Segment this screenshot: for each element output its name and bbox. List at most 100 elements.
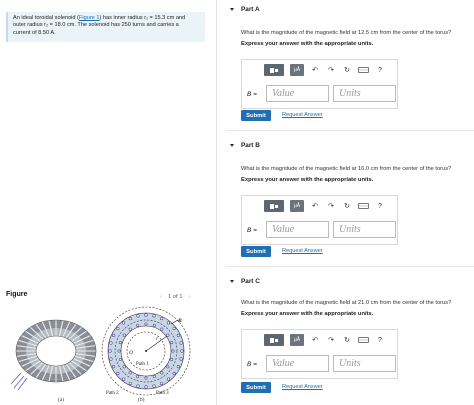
redo-icon[interactable]: ↷	[326, 334, 336, 346]
help-icon[interactable]: ?	[375, 64, 385, 76]
current-out-symbol	[166, 377, 171, 381]
part-c-title: Part C	[241, 278, 260, 285]
undo-icon[interactable]: ↶	[310, 334, 320, 346]
figure-page-indicator: 1 of 1	[167, 294, 183, 300]
part-b-instruction: Express your answer with the appropriate…	[241, 177, 374, 183]
prev-figure-icon[interactable]: ‹	[160, 294, 162, 300]
current-out-symbol	[152, 384, 156, 388]
current-in-symbol	[170, 357, 174, 361]
keyboard-icon[interactable]: ▭▭▭	[358, 67, 369, 73]
current-out-symbol	[172, 371, 176, 376]
part-b-symbol: B =	[247, 227, 257, 234]
current-out-symbol	[111, 333, 116, 337]
part-b-question: What is the magnitude of the magnetic fi…	[241, 166, 452, 172]
figure-link[interactable]: Figure 1	[79, 15, 100, 21]
help-icon[interactable]: ?	[375, 200, 385, 212]
part-b-toggle[interactable]: Part B	[230, 142, 260, 149]
current-in-symbol	[128, 327, 132, 331]
reset-icon[interactable]: ↻	[342, 64, 352, 76]
part-b-units-input[interactable]: Units	[333, 221, 396, 238]
help-icon[interactable]: ?	[375, 334, 385, 346]
part-a-units-input[interactable]: Units	[333, 85, 396, 102]
template-icon[interactable]	[264, 64, 284, 76]
keyboard-icon[interactable]: ▭▭▭	[358, 203, 369, 209]
current-out-symbol	[109, 357, 113, 361]
part-a: Part A What is the magnitude of the magn…	[230, 4, 474, 124]
redo-icon[interactable]: ↷	[326, 200, 336, 212]
part-a-title: Part A	[241, 6, 260, 13]
undo-icon[interactable]: ↶	[310, 200, 320, 212]
problem-text-3: outer radius r₂ = 18.0 cm. The solenoid …	[13, 22, 179, 29]
next-figure-icon[interactable]: ›	[188, 294, 190, 300]
current-out-symbol	[144, 313, 148, 317]
part-b-submit-button[interactable]: Submit	[241, 246, 271, 257]
part-b-value-input[interactable]: Value	[266, 221, 329, 238]
toroid-coil-drawing	[10, 319, 97, 391]
current-out-symbol	[116, 371, 120, 376]
part-a-request-answer-link[interactable]: Request Answer	[282, 112, 323, 118]
template-icon[interactable]	[264, 200, 284, 212]
current-out-symbol	[166, 321, 171, 325]
current-in-symbol	[171, 349, 175, 353]
current-out-symbol	[180, 349, 184, 353]
label-b: (b)	[138, 396, 145, 403]
math-toolbar: μÅ ↶ ↷ ↻ ▭▭▭ ?	[264, 334, 385, 346]
redo-icon[interactable]: ↷	[326, 64, 336, 76]
current-out-symbol	[144, 385, 148, 389]
part-b: Part B What is the magnitude of the magn…	[230, 140, 474, 260]
current-out-symbol	[108, 349, 112, 353]
part-c-answer-box: μÅ ↶ ↷ ↻ ▭▭▭ ? B = Value Units	[241, 329, 398, 379]
template-icon[interactable]	[264, 334, 284, 346]
mu-a-icon[interactable]: μÅ	[290, 200, 304, 212]
mu-a-icon[interactable]: μÅ	[290, 64, 304, 76]
problem-text-4: current of 8.50 A.	[13, 29, 56, 36]
figure-label: Figure	[6, 291, 28, 298]
part-a-answer-box: μÅ ↶ ↷ ↻ ▭▭▭ ? B = Value Units	[241, 59, 398, 109]
math-toolbar: μÅ ↶ ↷ ↻ ▭▭▭ ?	[264, 64, 385, 76]
problem-text-1: An ideal toroidal solenoid (	[13, 15, 79, 21]
part-c-value-input[interactable]: Value	[266, 355, 329, 372]
current-in-symbol	[117, 349, 121, 353]
part-c-submit-button[interactable]: Submit	[241, 382, 271, 393]
toroid-cross-section	[101, 306, 191, 396]
part-divider	[226, 130, 474, 131]
part-a-symbol: B =	[247, 91, 257, 98]
reset-icon[interactable]: ↻	[342, 334, 352, 346]
undo-icon[interactable]: ↶	[310, 64, 320, 76]
current-out-symbol	[160, 381, 164, 386]
current-in-symbol	[170, 341, 174, 345]
current-in-symbol	[166, 333, 170, 337]
current-out-symbol	[176, 333, 181, 337]
label-field: B	[177, 318, 182, 324]
part-a-value-input[interactable]: Value	[266, 85, 329, 102]
current-in-symbol	[122, 333, 126, 337]
current-in-symbol	[160, 327, 164, 331]
part-a-toggle[interactable]: Part A	[230, 6, 260, 13]
part-c-symbol: B =	[247, 361, 257, 368]
current-in-symbol	[160, 371, 164, 375]
current-in-symbol	[136, 323, 140, 327]
collapse-arrow-icon	[230, 8, 234, 11]
part-c-units-input[interactable]: Units	[333, 355, 396, 372]
part-b-request-answer-link[interactable]: Request Answer	[282, 248, 323, 254]
part-c-request-answer-link[interactable]: Request Answer	[282, 384, 323, 390]
part-a-submit-button[interactable]: Submit	[241, 110, 271, 121]
label-path2: Path 2	[106, 391, 119, 396]
label-path3: Path 3	[156, 391, 169, 396]
part-b-answer-box: μÅ ↶ ↷ ↻ ▭▭▭ ? B = Value Units	[241, 195, 398, 245]
current-in-symbol	[144, 322, 148, 326]
math-toolbar: μÅ ↶ ↷ ↻ ▭▭▭ ?	[264, 200, 385, 212]
current-out-symbol	[176, 365, 181, 369]
current-out-symbol	[111, 365, 116, 369]
mu-a-icon[interactable]: μÅ	[290, 334, 304, 346]
current-out-symbol	[109, 341, 113, 345]
keyboard-icon[interactable]: ▭▭▭	[358, 337, 369, 343]
part-c-question: What is the magnitude of the magnetic fi…	[241, 300, 452, 306]
part-a-question: What is the magnitude of the magnetic fi…	[241, 30, 452, 36]
reset-icon[interactable]: ↻	[342, 200, 352, 212]
current-in-symbol	[144, 376, 148, 380]
part-divider	[226, 266, 474, 267]
toroid-figure: (a) O r B Path 1 Path 2 Path 3 (b)	[10, 306, 191, 403]
current-in-symbol	[122, 365, 126, 369]
part-c-toggle[interactable]: Part C	[230, 278, 260, 285]
